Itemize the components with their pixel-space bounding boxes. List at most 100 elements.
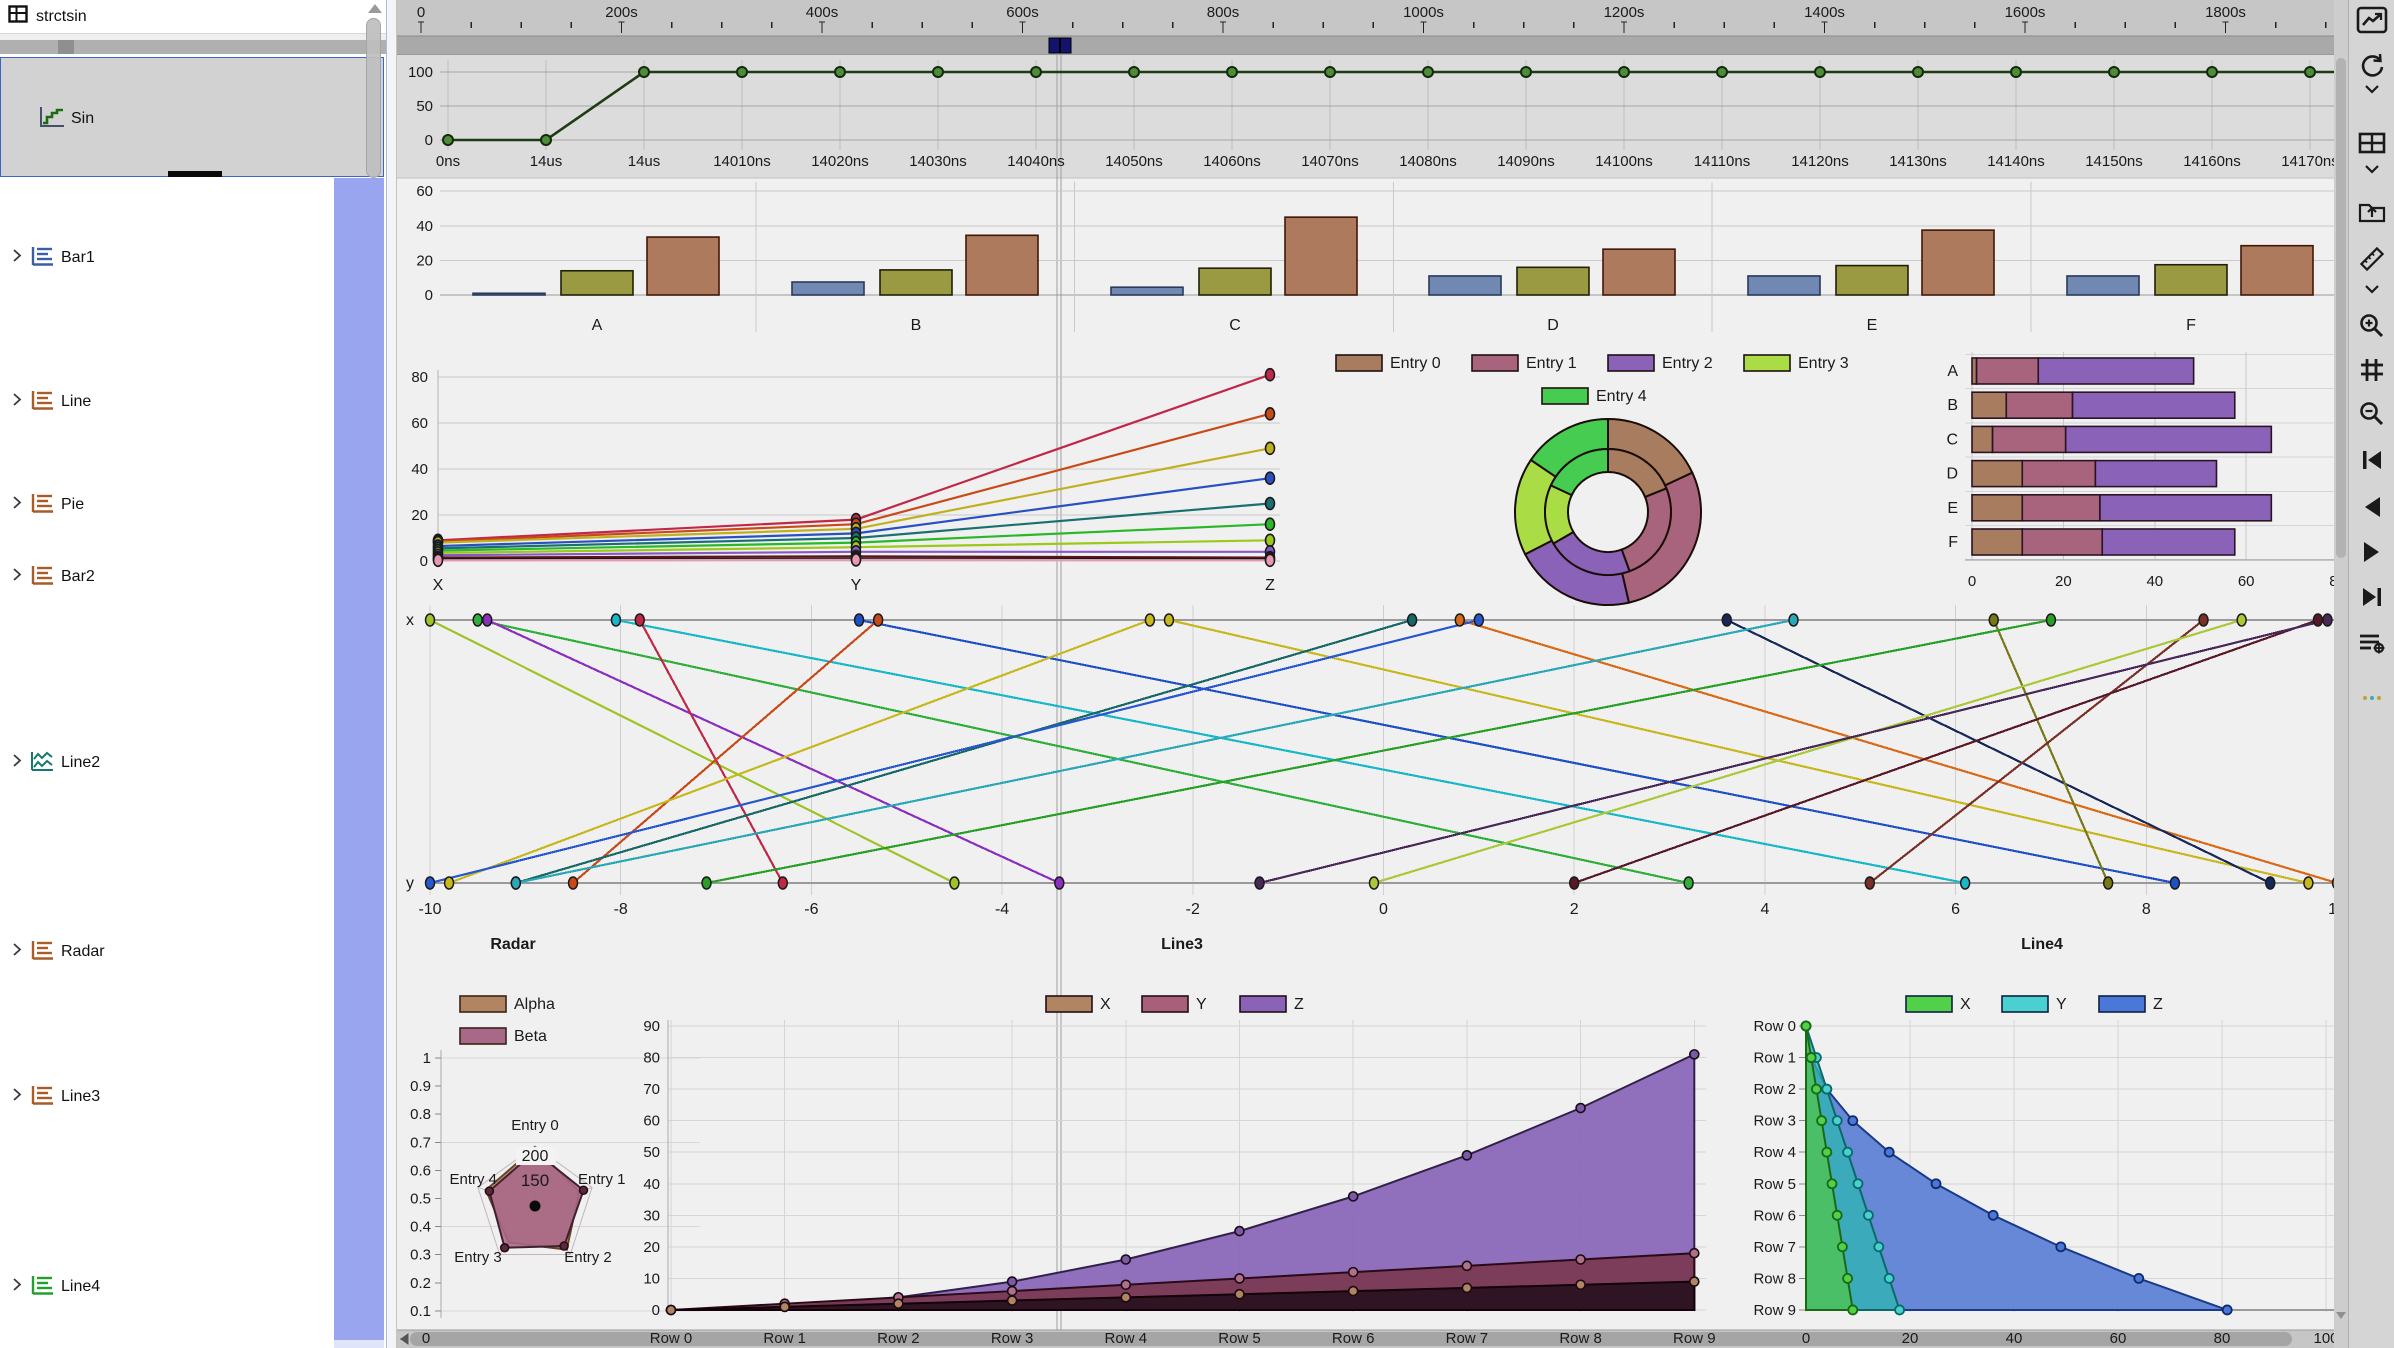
y-tick-label: 30 [643, 1207, 660, 1224]
sidebar-item-pie[interactable]: Pie [0, 491, 330, 519]
y-tick-label: 0.4 [410, 1219, 431, 1236]
chevron-down-icon[interactable] [2349, 84, 2394, 94]
chevron-down-icon[interactable] [2349, 284, 2394, 294]
chevron-right-icon[interactable] [12, 392, 23, 412]
sidebar-item-line[interactable]: Line [0, 388, 330, 416]
sidebar-item-sin[interactable]: Sin [0, 57, 384, 177]
x-tick-label: 2 [1570, 901, 1579, 918]
x-tick-label: 14050ns [1105, 153, 1163, 170]
y-tick-label: 80 [411, 369, 428, 386]
x-tick-label: 60 [2238, 573, 2255, 590]
skip-end-icon[interactable] [2349, 585, 2394, 609]
sidebar-horizontal-scrollbar[interactable] [0, 40, 386, 54]
zoom-in-icon[interactable] [2349, 312, 2394, 340]
sidebar-item-label: Pie [61, 496, 84, 514]
sidebar-item-radar[interactable]: Radar [0, 938, 330, 966]
sidebar-item-line3[interactable]: Line3 [0, 1083, 330, 1111]
x-tick-label: Row 2 [877, 1330, 920, 1347]
list-icon [29, 245, 55, 272]
scroll-up-icon[interactable] [368, 4, 382, 13]
sidebar-item-label: Bar2 [61, 568, 95, 586]
row-label: Row 5 [1753, 1176, 1796, 1193]
row-label: Row 7 [1753, 1239, 1796, 1256]
y-tick-label: 60 [643, 1113, 660, 1130]
chevron-right-icon[interactable] [12, 248, 23, 268]
sidebar-item-label: Line4 [61, 1278, 100, 1296]
chart-title-radar: Radar [490, 936, 535, 953]
list-icon [29, 492, 55, 519]
y-tick-label: 0 [425, 287, 433, 304]
ruler-icon[interactable] [2349, 244, 2394, 274]
ruler-tick-label: 1800s [2205, 4, 2246, 21]
x-tick-label: X [433, 577, 444, 594]
chart-title-line3: Line3 [1161, 936, 1203, 953]
frame-icon[interactable] [2349, 356, 2394, 384]
chevron-right-icon[interactable] [12, 495, 23, 515]
x-tick-label: 80 [2214, 1330, 2231, 1347]
refresh-icon[interactable] [2349, 52, 2394, 80]
x-tick-label: Row 6 [1332, 1330, 1375, 1347]
x-tick-label: 14060ns [1203, 153, 1261, 170]
sidebar-item-label: Line2 [61, 754, 100, 772]
y-tick-label: 0.5 [410, 1191, 431, 1208]
x-tick-label: 14030ns [909, 153, 967, 170]
sidebar-hscroll-thumb[interactable] [58, 40, 74, 54]
x-tick-label: -8 [614, 901, 628, 918]
pane-splitter[interactable] [386, 0, 397, 1348]
x-tick-label: 14us [530, 153, 563, 170]
window-grid-icon[interactable] [2349, 130, 2394, 156]
x-tick-label: 14160ns [2183, 153, 2241, 170]
x-tick-label: 14080ns [1399, 153, 1457, 170]
chevron-right-icon[interactable] [12, 567, 23, 587]
chevron-right-icon[interactable] [12, 1277, 23, 1297]
list-settings-icon[interactable] [2349, 630, 2394, 656]
sidebar-item-line2[interactable]: Line2 [0, 749, 330, 777]
x-tick-label: 0 [1379, 901, 1388, 918]
chevron-right-icon[interactable] [12, 942, 23, 962]
sidebar-vscroll-thumb[interactable] [366, 18, 381, 178]
row-label: Row 6 [1753, 1207, 1796, 1224]
x-tick-label: 14140ns [1987, 153, 2045, 170]
chevron-down-icon[interactable] [2349, 164, 2394, 174]
ruler-tick-label: 1000s [1403, 4, 1444, 21]
legend-label: Y [2056, 996, 2067, 1013]
sidebar-band [334, 178, 384, 1340]
chevron-right-icon[interactable] [12, 1087, 23, 1107]
sidebar-item-bar1[interactable]: Bar1 [0, 244, 330, 272]
step-left-icon[interactable] [2349, 495, 2394, 519]
x-tick-label: Row 3 [991, 1330, 1034, 1347]
zoom-out-icon[interactable] [2349, 400, 2394, 428]
right-toolbar [2348, 0, 2394, 1348]
more-dots-icon[interactable] [2349, 694, 2394, 702]
x-tick-label: 20 [1902, 1330, 1919, 1347]
legend-label: Entry 1 [1526, 355, 1577, 372]
sidebar-item-line4[interactable]: Line4 [0, 1273, 330, 1301]
sidebar-item-bar2[interactable]: Bar2 [0, 563, 330, 591]
y-tick-label: 60 [416, 183, 433, 200]
trend-chart-icon[interactable] [2349, 6, 2394, 34]
legend-label: X [1100, 996, 1111, 1013]
legend-label: Alpha [514, 996, 555, 1013]
row-label: D [1946, 466, 1958, 483]
scroll-down-icon[interactable] [2336, 1312, 2346, 1319]
row-label: Row 4 [1753, 1144, 1796, 1161]
skip-start-icon[interactable] [2349, 448, 2394, 472]
splitter-handle[interactable] [168, 171, 222, 177]
x-tick-label: Row 9 [1673, 1330, 1716, 1347]
y-tick-label: 60 [411, 415, 428, 432]
ruler-tick-label: 1400s [1804, 4, 1845, 21]
chart-vscroll-thumb[interactable] [2336, 58, 2346, 558]
y-tick-label: 0.9 [410, 1078, 431, 1095]
folder-up-icon[interactable] [2349, 198, 2394, 224]
y-tick-label: 0.7 [410, 1134, 431, 1151]
timeline-cursor-thumb[interactable] [1049, 38, 1071, 53]
chart-vertical-scrollbar[interactable] [2334, 0, 2348, 1348]
x-tick-label: 14110ns [1694, 153, 1750, 170]
chevron-right-icon[interactable] [12, 753, 23, 773]
y-tick-label: 0.3 [410, 1247, 431, 1264]
step-right-icon[interactable] [2349, 540, 2394, 564]
spoke-label: Entry 3 [454, 1249, 502, 1266]
x-tick-label: Y [851, 577, 862, 594]
y-tick-label: 100 [408, 64, 433, 81]
row-label: Row 1 [1753, 1050, 1796, 1067]
